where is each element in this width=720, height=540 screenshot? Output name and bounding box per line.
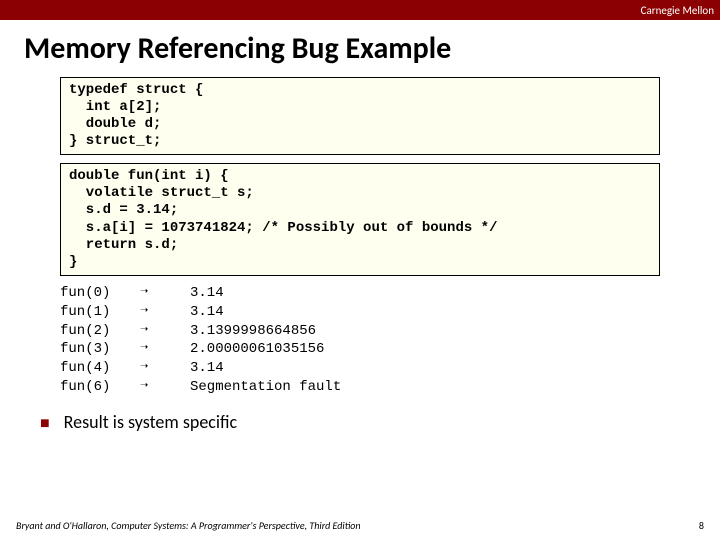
result-call: fun(6) [60, 378, 140, 397]
table-row: fun(4)➝3.14 [60, 359, 355, 378]
result-value: Segmentation fault [190, 378, 355, 397]
arrow-icon: ➝ [140, 284, 190, 303]
code-function-def: double fun(int i) { volatile struct_t s;… [60, 163, 660, 275]
slide-footer: Bryant and O'Hallaron, Computer Systems:… [0, 519, 720, 532]
result-call: fun(4) [60, 359, 140, 378]
result-call: fun(1) [60, 303, 140, 322]
result-value: 3.14 [190, 284, 355, 303]
arrow-icon: ➝ [140, 340, 190, 359]
result-call: fun(0) [60, 284, 140, 303]
result-call: fun(2) [60, 322, 140, 341]
bullet-square-icon: ■ [40, 416, 50, 432]
header-bar: Carnegie Mellon [0, 0, 720, 20]
table-row: fun(2)➝3.1399998664856 [60, 322, 355, 341]
result-value: 3.14 [190, 303, 355, 322]
code-struct-def: typedef struct { int a[2]; double d; } s… [60, 77, 660, 155]
slide-title: Memory Referencing Bug Example [0, 20, 720, 73]
result-value: 3.1399998664856 [190, 322, 355, 341]
arrow-icon: ➝ [140, 359, 190, 378]
table-row: fun(1)➝3.14 [60, 303, 355, 322]
result-call: fun(3) [60, 340, 140, 359]
table-row: fun(0)➝3.14 [60, 284, 355, 303]
arrow-icon: ➝ [140, 303, 190, 322]
results-table: fun(0)➝3.14 fun(1)➝3.14 fun(2)➝3.1399998… [60, 284, 660, 397]
arrow-icon: ➝ [140, 322, 190, 341]
result-value: 2.00000061035156 [190, 340, 355, 359]
page-number: 8 [699, 519, 704, 532]
arrow-icon: ➝ [140, 378, 190, 397]
table-row: fun(3)➝2.00000061035156 [60, 340, 355, 359]
result-value: 3.14 [190, 359, 355, 378]
bullet-item: ■ Result is system specific [40, 411, 720, 433]
footer-citation: Bryant and O'Hallaron, Computer Systems:… [16, 519, 361, 532]
table-row: fun(6)➝Segmentation fault [60, 378, 355, 397]
bullet-text: Result is system specific [64, 411, 238, 433]
org-label: Carnegie Mellon [641, 4, 714, 17]
